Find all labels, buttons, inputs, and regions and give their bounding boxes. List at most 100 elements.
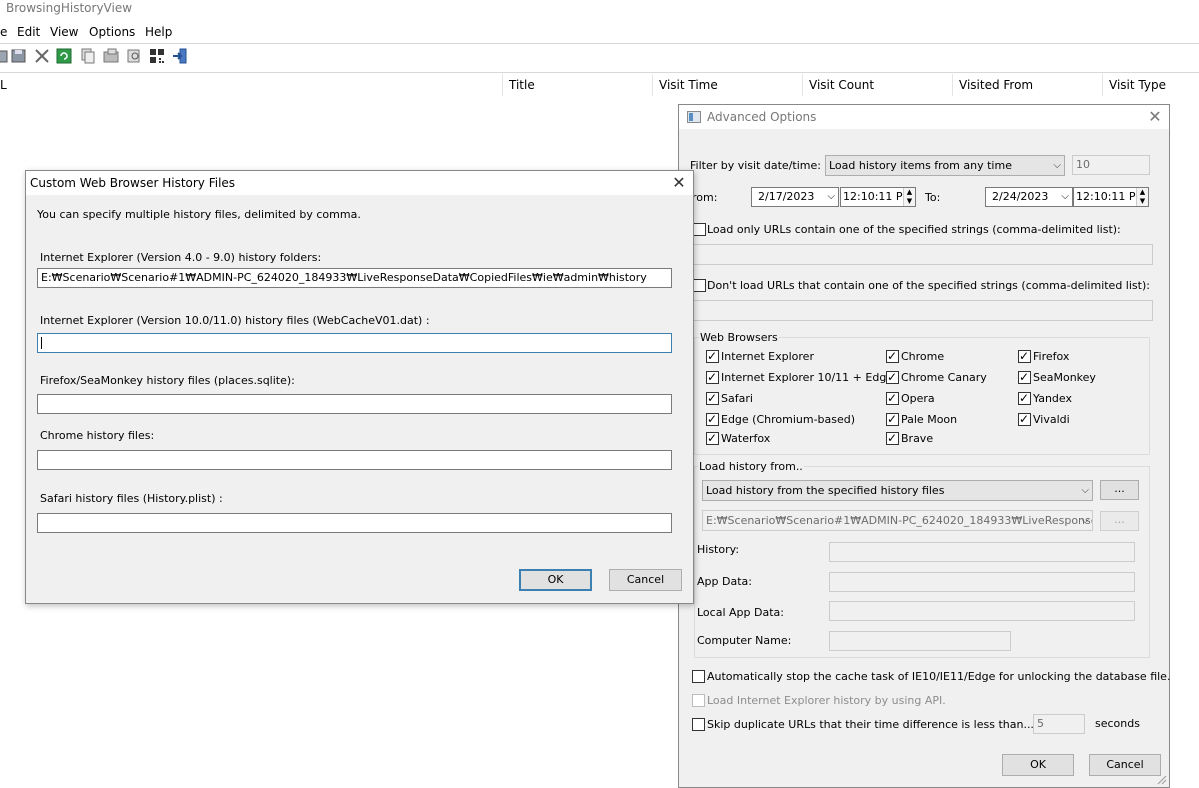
menu-edit[interactable]: Edit bbox=[17, 24, 40, 40]
refresh-icon[interactable] bbox=[55, 47, 73, 65]
ie-checkbox[interactable] bbox=[706, 348, 719, 364]
from-date-picker[interactable]: 2/17/2023 ⌵ bbox=[751, 187, 839, 207]
filter-value: Load history items from any time bbox=[829, 159, 1012, 172]
filter-number-field[interactable]: 10 bbox=[1072, 155, 1150, 175]
custom-cancel-button[interactable]: Cancel bbox=[609, 569, 682, 591]
ie10-label: Internet Explorer 10/11 + Edge bbox=[721, 371, 894, 384]
close-icon[interactable]: ✕ bbox=[667, 171, 691, 195]
to-time-field[interactable]: 12:10:11 PM ▲ ▼ bbox=[1073, 187, 1149, 207]
chrome-canary-checkbox[interactable] bbox=[886, 369, 899, 385]
computer-name-label: Computer Name: bbox=[697, 634, 792, 647]
filter-dropdown[interactable]: Load history items from any time ⌵ bbox=[825, 155, 1065, 176]
menu-options[interactable]: Options bbox=[89, 24, 135, 40]
appdata-label: App Data: bbox=[697, 575, 752, 588]
ie-folders-input[interactable]: E:₩Scenario₩Scenario#1₩ADMIN-PC_624020_1… bbox=[37, 268, 672, 288]
dont-load-checkbox[interactable] bbox=[693, 279, 706, 292]
ie-folders-label: Internet Explorer (Version 4.0 - 9.0) hi… bbox=[40, 251, 322, 264]
qr-code-icon[interactable] bbox=[148, 47, 166, 65]
properties-icon[interactable] bbox=[102, 47, 120, 65]
brave-checkbox[interactable] bbox=[886, 430, 899, 446]
safari-label: Safari bbox=[721, 392, 753, 405]
intro-text: You can specify multiple history files, … bbox=[37, 208, 361, 221]
to-date-value: 2/24/2023 bbox=[992, 190, 1049, 203]
exit-icon[interactable] bbox=[171, 47, 189, 65]
ie-label: Internet Explorer bbox=[721, 350, 814, 363]
waterfox-label: Waterfox bbox=[721, 432, 771, 445]
column-visited-from[interactable]: Visited From bbox=[952, 74, 1102, 96]
firefox-files-label: Firefox/SeaMonkey history files (places.… bbox=[40, 374, 295, 387]
advanced-options-dialog: Advanced Options ✕ Filter by visit date/… bbox=[678, 104, 1170, 788]
spinner-icon[interactable]: ▲ ▼ bbox=[903, 188, 915, 206]
to-label: To: bbox=[925, 191, 941, 204]
load-from-dropdown[interactable]: Load history from the specified history … bbox=[702, 480, 1093, 501]
chrome-files-input[interactable] bbox=[37, 450, 672, 470]
find-icon[interactable] bbox=[125, 47, 143, 65]
to-date-picker[interactable]: 2/24/2023 ⌵ bbox=[985, 187, 1073, 207]
menu-help[interactable]: Help bbox=[145, 24, 172, 40]
computer-name-input[interactable] bbox=[829, 631, 1011, 651]
yandex-checkbox[interactable] bbox=[1018, 390, 1031, 406]
safari-checkbox[interactable] bbox=[706, 390, 719, 406]
copy-icon[interactable] bbox=[79, 47, 97, 65]
column-url[interactable]: L bbox=[0, 74, 502, 96]
menu-separator bbox=[0, 43, 1199, 44]
ie10-files-label: Internet Explorer (Version 10.0/11.0) hi… bbox=[40, 314, 430, 327]
browse-path-button[interactable]: ... bbox=[1100, 511, 1139, 531]
load-ie-api-label: Load Internet Explorer history by using … bbox=[707, 694, 946, 707]
skip-duplicates-label: Skip duplicate URLs that their time diff… bbox=[707, 718, 1034, 731]
close-icon[interactable]: ✕ bbox=[1143, 105, 1167, 129]
toolbar bbox=[0, 46, 260, 68]
yandex-label: Yandex bbox=[1033, 392, 1072, 405]
column-title[interactable]: Title bbox=[502, 74, 652, 96]
load-ie-api-checkbox[interactable] bbox=[692, 694, 705, 707]
column-visit-type[interactable]: Visit Type bbox=[1102, 74, 1199, 96]
custom-history-dialog: Custom Web Browser History Files ✕ You c… bbox=[25, 170, 694, 604]
browse-button[interactable]: ... bbox=[1100, 480, 1139, 500]
chrome-checkbox[interactable] bbox=[886, 348, 899, 364]
path-dropdown[interactable]: E:₩Scenario₩Scenario#1₩ADMIN-PC_624020_1… bbox=[702, 510, 1093, 531]
edge-chromium-checkbox[interactable] bbox=[706, 411, 719, 427]
chrome-label: Chrome bbox=[901, 350, 945, 363]
save-icon[interactable] bbox=[10, 47, 28, 65]
to-time-value: 12:10:11 PM bbox=[1076, 190, 1146, 203]
delete-icon[interactable] bbox=[33, 47, 51, 65]
filter-label: Filter by visit date/time: bbox=[690, 159, 821, 172]
vivaldi-checkbox[interactable] bbox=[1018, 411, 1031, 427]
ie10-files-input[interactable] bbox=[37, 333, 672, 353]
waterfox-checkbox[interactable] bbox=[706, 430, 719, 446]
menu-file[interactable]: e bbox=[0, 24, 7, 40]
skip-seconds-input[interactable]: 5 bbox=[1033, 714, 1085, 734]
load-only-checkbox[interactable] bbox=[693, 223, 706, 236]
seamonkey-checkbox[interactable] bbox=[1018, 369, 1031, 385]
chevron-down-icon: ⌵ bbox=[1081, 485, 1089, 496]
edge-chromium-label: Edge (Chromium-based) bbox=[721, 413, 856, 426]
menu-view[interactable]: View bbox=[50, 24, 78, 40]
load-from-value: Load history from the specified history … bbox=[706, 484, 945, 497]
localappdata-input[interactable] bbox=[829, 601, 1135, 621]
column-visit-time[interactable]: Visit Time bbox=[652, 74, 802, 96]
safari-files-input[interactable] bbox=[37, 513, 672, 533]
firefox-files-input[interactable] bbox=[37, 394, 672, 414]
firefox-checkbox[interactable] bbox=[1018, 348, 1031, 364]
chevron-down-icon: ⌵ bbox=[1061, 191, 1069, 202]
skip-duplicates-checkbox[interactable] bbox=[692, 718, 705, 731]
column-visit-count[interactable]: Visit Count bbox=[802, 74, 952, 96]
auto-stop-checkbox[interactable] bbox=[692, 670, 705, 683]
load-only-input[interactable] bbox=[693, 244, 1153, 265]
resize-grip-icon[interactable] bbox=[1155, 773, 1167, 785]
load-only-label: Load only URLs contain one of the specif… bbox=[707, 223, 1121, 236]
from-time-field[interactable]: 12:10:11 PM ▲ ▼ bbox=[840, 187, 916, 207]
opera-checkbox[interactable] bbox=[886, 390, 899, 406]
history-input[interactable] bbox=[829, 542, 1135, 562]
ie10-checkbox[interactable] bbox=[706, 369, 719, 385]
appdata-input[interactable] bbox=[829, 572, 1135, 592]
spinner-icon[interactable]: ▲ ▼ bbox=[1136, 188, 1148, 206]
web-browsers-label: Web Browsers bbox=[699, 331, 779, 345]
dont-load-input[interactable] bbox=[693, 300, 1153, 321]
custom-ok-button[interactable]: OK bbox=[519, 569, 592, 591]
advanced-ok-button[interactable]: OK bbox=[1002, 754, 1074, 776]
advanced-cancel-button[interactable]: Cancel bbox=[1089, 754, 1161, 776]
dont-load-label: Don't load URLs that contain one of the … bbox=[707, 279, 1150, 292]
pale-moon-checkbox[interactable] bbox=[886, 411, 899, 427]
from-time-value: 12:10:11 PM bbox=[843, 190, 913, 203]
